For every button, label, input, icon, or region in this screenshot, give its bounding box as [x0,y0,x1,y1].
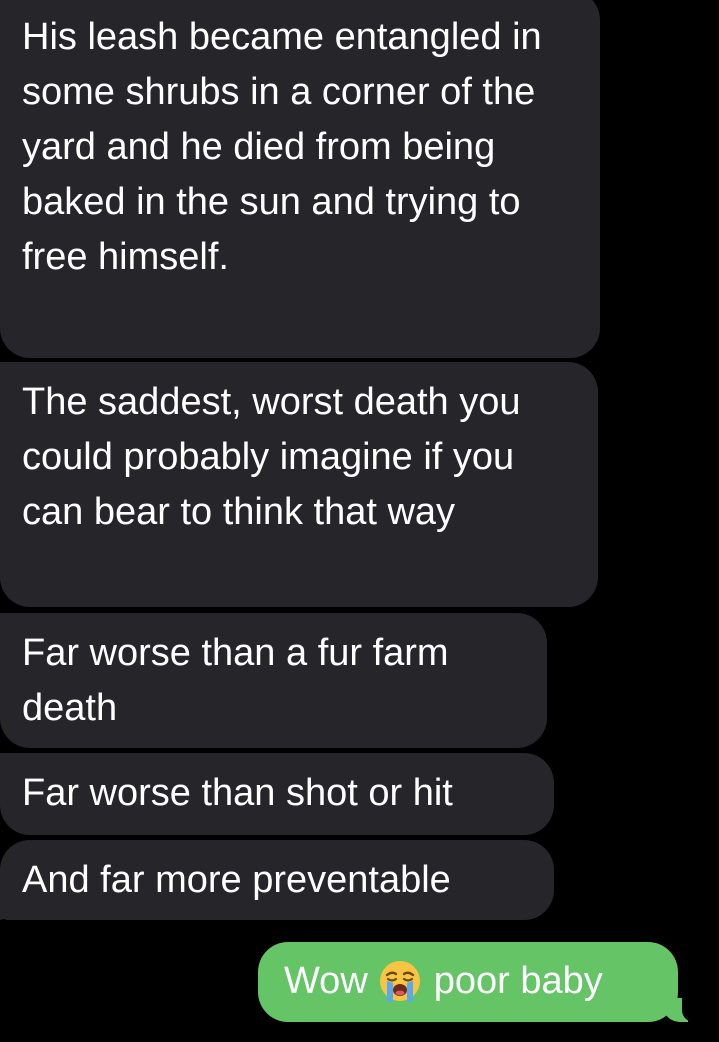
incoming-message-bubble[interactable]: Far worse than shot or hit [0,753,554,835]
message-text-after-emoji: poor baby [433,959,603,1002]
message-text: Far worse than shot or hit [22,772,453,814]
incoming-message-bubble[interactable]: Far worse than a fur farm death [0,613,547,748]
bubble-tail [0,896,14,920]
incoming-message-bubble[interactable]: His leash became entangled in some shrub… [0,0,600,358]
message-text: The saddest, worst death you could proba… [22,381,521,533]
message-text: Far worse than a fur farm death [22,632,449,729]
incoming-message-bubble[interactable]: And far more preventable [0,840,554,920]
outgoing-message-bubble[interactable]: Wow poor baby [258,942,696,1022]
loudly-crying-face-icon [378,959,422,1003]
message-text: His leash became entangled in some shrub… [22,16,542,278]
message-text: And far more preventable [22,859,451,901]
incoming-message-bubble[interactable]: The saddest, worst death you could proba… [0,362,598,607]
bubble-tail [664,996,696,1022]
message-text-before-emoji: Wow [284,959,368,1002]
